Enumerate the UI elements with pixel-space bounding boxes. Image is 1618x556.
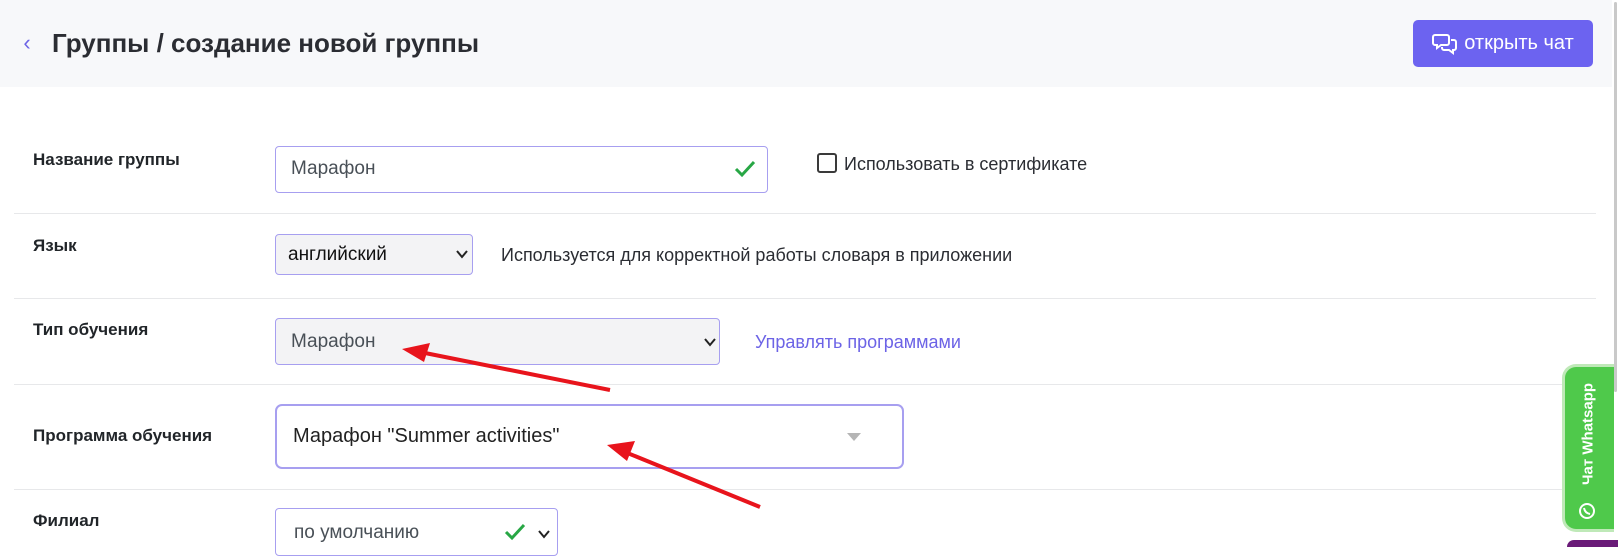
- whatsapp-icon: [1579, 503, 1595, 519]
- widget-corner-chip[interactable]: [1567, 540, 1618, 547]
- scrollbar-thumb[interactable]: [1614, 2, 1617, 392]
- annotation-arrow: [402, 343, 611, 392]
- annotation-arrow: [607, 441, 761, 509]
- whatsapp-chat-label: Чат Whatsapp: [1579, 382, 1597, 486]
- annotation-arrows: [402, 343, 761, 509]
